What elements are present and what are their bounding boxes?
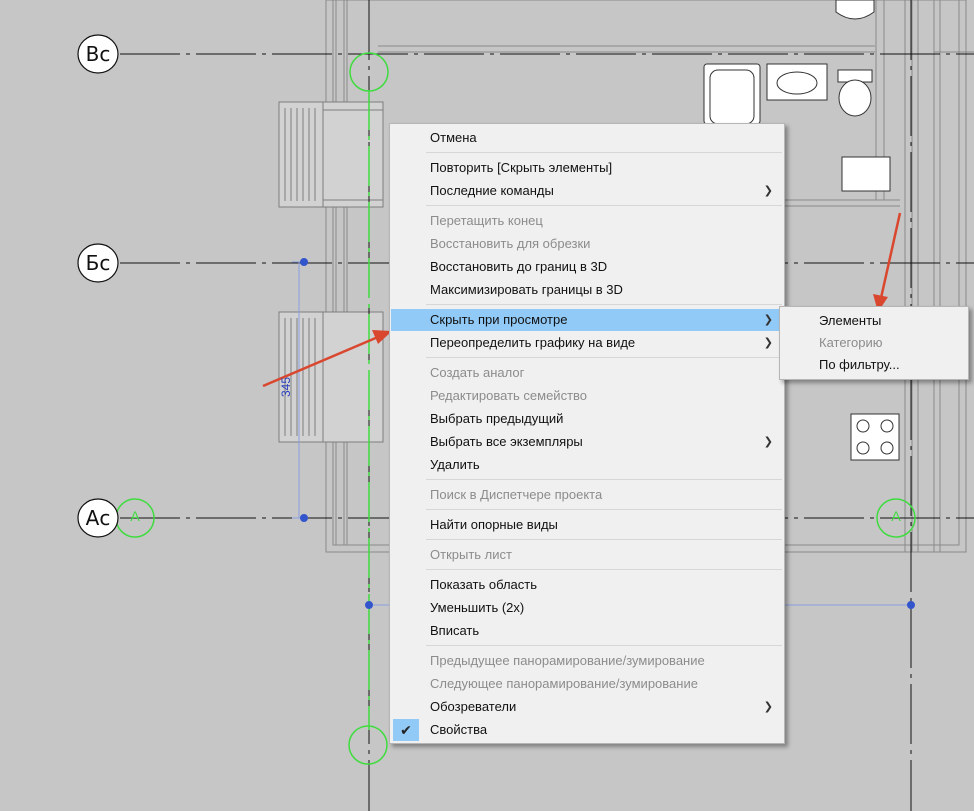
context-menu: Отмена Повторить [Скрыть элементы] После… (389, 123, 785, 744)
menu-item-open-sheet[interactable]: Открыть лист (391, 544, 783, 566)
menu-item-reset-3d-extents[interactable]: Восстановить до границ в 3D (391, 256, 783, 278)
menu-item-hide-in-view[interactable]: Скрыть при просмотре ❯ (391, 309, 783, 331)
dimension-value[interactable]: 345 (279, 377, 293, 397)
menu-separator (426, 205, 782, 206)
menu-item-zoom-fit[interactable]: Вписать (391, 620, 783, 642)
menu-separator (426, 569, 782, 570)
menu-item-override-graphics[interactable]: Переопределить графику на виде ❯ (391, 332, 783, 354)
menu-item-create-similar[interactable]: Создать аналог (391, 362, 783, 384)
menu-item-zoom-out[interactable]: Уменьшить (2x) (391, 597, 783, 619)
menu-item-cancel[interactable]: Отмена (391, 127, 783, 149)
check-icon: ✔ (393, 719, 419, 741)
menu-separator (426, 645, 782, 646)
menu-item-edit-family[interactable]: Редактировать семейство (391, 385, 783, 407)
hide-in-view-submenu: Элементы Категорию По фильтру... (779, 306, 969, 380)
grid-bubbles[interactable] (77, 34, 119, 538)
menu-item-reset-crop[interactable]: Восстановить для обрезки (391, 233, 783, 255)
menu-item-select-previous[interactable]: Выбрать предыдущий (391, 408, 783, 430)
menu-separator (426, 539, 782, 540)
menu-item-find-in-browser[interactable]: Поиск в Диспетчере проекта (391, 484, 783, 506)
stair-lower (278, 311, 384, 443)
stair-upper (278, 101, 384, 208)
chevron-right-icon: ❯ (763, 185, 773, 197)
menu-item-drag-end[interactable]: Перетащить конец (391, 210, 783, 232)
menu-separator (426, 357, 782, 358)
menu-item-repeat[interactable]: Повторить [Скрыть элементы] (391, 157, 783, 179)
menu-item-properties[interactable]: ✔ Свойства (391, 719, 783, 741)
menu-item-browsers[interactable]: Обозреватели ❯ (391, 696, 783, 718)
grid-circle-mark-lower-right: А (891, 508, 901, 524)
menu-separator (426, 304, 782, 305)
menu-item-maximize-3d-extents[interactable]: Максимизировать границы в 3D (391, 279, 783, 301)
submenu-item-by-filter[interactable]: По фильтру... (781, 354, 967, 376)
grid-circle-mark-lower-left: А (130, 508, 140, 524)
grid-label-middle: Бс (85, 251, 111, 275)
menu-item-previous-pan-zoom[interactable]: Предыдущее панорамирование/зумирование (391, 650, 783, 672)
chevron-right-icon: ❯ (763, 337, 773, 349)
menu-item-delete[interactable]: Удалить (391, 454, 783, 476)
menu-item-recent-commands[interactable]: Последние команды ❯ (391, 180, 783, 202)
menu-item-select-all-instances[interactable]: Выбрать все экземпляры ❯ (391, 431, 783, 453)
chevron-right-icon: ❯ (763, 436, 773, 448)
submenu-item-category[interactable]: Категорию (781, 332, 967, 354)
menu-separator (426, 509, 782, 510)
menu-separator (426, 479, 782, 480)
grid-label-top: Вс (85, 42, 111, 66)
grid-label-bottom: Ас (85, 506, 111, 530)
menu-item-zoom-region[interactable]: Показать область (391, 574, 783, 596)
menu-separator (426, 152, 782, 153)
menu-item-find-referring-views[interactable]: Найти опорные виды (391, 514, 783, 536)
submenu-item-elements[interactable]: Элементы (781, 310, 967, 332)
chevron-right-icon: ❯ (763, 701, 773, 713)
chevron-right-icon: ❯ (763, 314, 773, 326)
menu-item-next-pan-zoom[interactable]: Следующее панорамирование/зумирование (391, 673, 783, 695)
